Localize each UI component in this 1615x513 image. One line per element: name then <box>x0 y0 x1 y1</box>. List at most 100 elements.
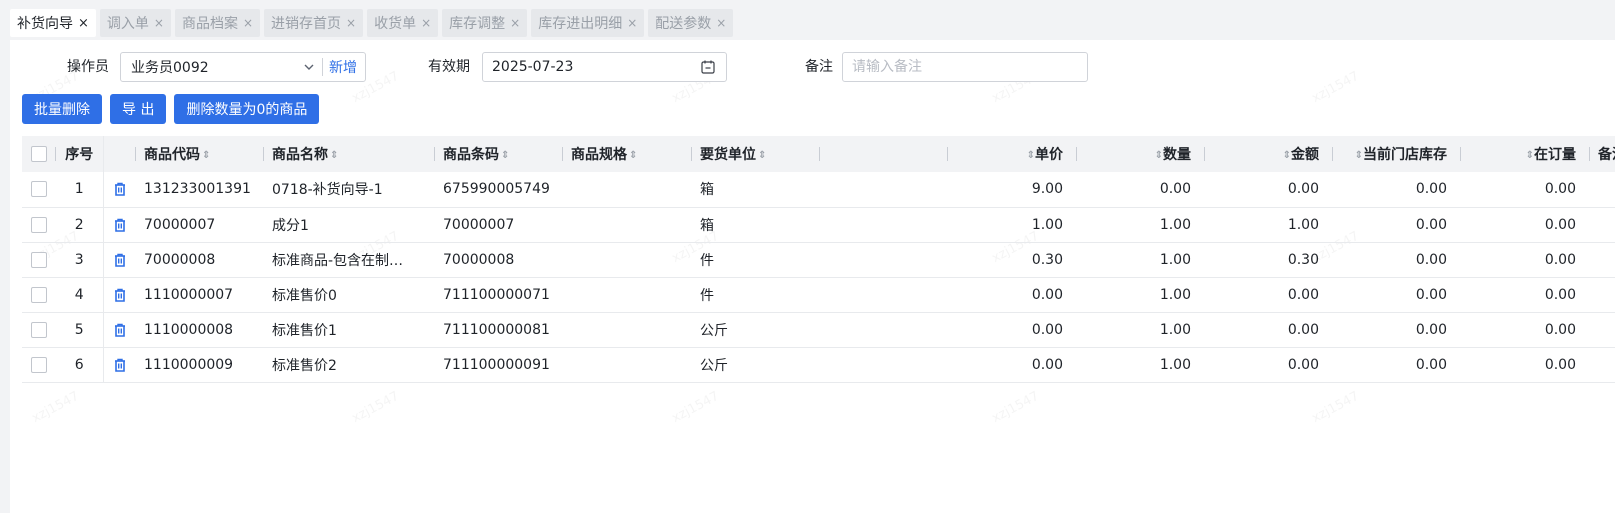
row-select-cell <box>22 242 56 278</box>
row-checkbox[interactable] <box>31 181 47 198</box>
sort-icon[interactable]: ⇕ <box>330 150 338 161</box>
trash-icon[interactable] <box>112 181 128 197</box>
tab-2[interactable]: 商品档案 × <box>174 9 261 37</box>
tab-label: 库存进出明细 <box>538 16 623 32</box>
cell-blank <box>820 172 948 208</box>
col-qty[interactable]: ⇕数量 <box>1077 136 1205 172</box>
table-row[interactable]: 1 131233001391 0718-补货向导-1 675990005749 箱 9.0… <box>22 172 1615 208</box>
sort-icon[interactable]: ⇕ <box>629 150 637 161</box>
row-index: 2 <box>56 207 104 243</box>
trash-icon[interactable] <box>112 252 128 268</box>
cell-code: 1110000008 <box>136 312 264 348</box>
trash-icon[interactable] <box>112 322 128 338</box>
cell-unit: 箱 <box>692 207 820 243</box>
cell-note <box>1590 172 1615 208</box>
sort-icon[interactable]: ⇕ <box>501 150 509 161</box>
watermark-text: xzj1547 <box>989 389 1041 426</box>
select-all-checkbox[interactable] <box>31 146 47 162</box>
operator-select[interactable]: 业务员0092 新增 <box>120 52 366 82</box>
row-select-cell <box>22 172 56 208</box>
cell-spec <box>563 312 692 348</box>
cell-barcode: 711100000091 <box>435 347 563 383</box>
cell-code: 131233001391 <box>136 172 264 208</box>
col-code-label: 商品代码 <box>144 147 200 163</box>
cell-name: 0718-补货向导-1 <box>264 172 435 208</box>
valid-date-picker[interactable]: 2025-07-23 <box>482 52 727 82</box>
sort-icon[interactable]: ⇕ <box>1027 150 1035 161</box>
col-index-label: 序号 <box>65 147 94 163</box>
cell-qty: 1.00 <box>1077 347 1205 383</box>
sort-icon[interactable]: ⇕ <box>1355 150 1363 161</box>
table-row[interactable]: 4 1110000007 标准售价0 711100000071 件 0.00 1.00 0.0… <box>22 277 1615 313</box>
close-icon[interactable]: × <box>421 16 431 30</box>
col-stock[interactable]: ⇕当前门店库存 <box>1333 136 1461 172</box>
close-icon[interactable]: × <box>154 16 164 30</box>
col-price[interactable]: ⇕单价 <box>948 136 1077 172</box>
row-index: 5 <box>56 312 104 348</box>
row-checkbox[interactable] <box>31 286 47 303</box>
tab-1[interactable]: 调入单 × <box>99 9 171 37</box>
sort-icon[interactable]: ⇕ <box>202 150 210 161</box>
trash-icon[interactable] <box>112 217 128 233</box>
sort-icon[interactable]: ⇕ <box>1526 150 1534 161</box>
col-unit[interactable]: 要货单位 ⇕ <box>692 136 820 172</box>
col-barcode[interactable]: 商品条码 ⇕ <box>435 136 563 172</box>
col-note[interactable]: 备注⇕ <box>1590 136 1615 172</box>
sort-icon[interactable]: ⇕ <box>1283 150 1291 161</box>
table-row[interactable]: 5 1110000008 标准售价1 711100000081 公斤 0.00 1.00 0.… <box>22 312 1615 348</box>
operator-label: 操作员 <box>67 59 109 75</box>
col-note-label: 备注 <box>1598 147 1615 163</box>
tab-label: 库存调整 <box>449 16 506 32</box>
batch-delete-button[interactable]: 批量删除 <box>22 94 102 124</box>
tab-7[interactable]: 配送参数 × <box>648 9 734 37</box>
table-row[interactable]: 6 1110000009 标准售价2 711100000091 公斤 0.00 1.00 0.… <box>22 347 1615 383</box>
tab-5[interactable]: 库存调整 × <box>442 9 528 37</box>
row-checkbox[interactable] <box>31 251 47 268</box>
tab-3[interactable]: 进销存首页 × <box>264 9 364 37</box>
row-checkbox[interactable] <box>31 216 47 233</box>
cell-spec <box>563 347 692 383</box>
col-spec[interactable]: 商品规格 ⇕ <box>563 136 692 172</box>
cell-on_order: 0.00 <box>1461 347 1590 383</box>
col-name[interactable]: 商品名称 ⇕ <box>264 136 435 172</box>
row-checkbox[interactable] <box>31 356 47 373</box>
close-icon[interactable]: × <box>346 16 356 30</box>
row-checkbox[interactable] <box>31 321 47 338</box>
cell-qty: 1.00 <box>1077 207 1205 243</box>
export-button[interactable]: 导 出 <box>110 94 167 124</box>
trash-icon[interactable] <box>112 357 128 373</box>
tab-0[interactable]: 补货向导 × <box>10 9 96 37</box>
sort-icon[interactable]: ⇕ <box>1155 150 1163 161</box>
cell-unit: 箱 <box>692 172 820 208</box>
close-icon[interactable]: × <box>627 16 637 30</box>
action-bar: 批量删除 导 出 删除数量为0的商品 <box>22 94 320 124</box>
close-icon[interactable]: × <box>510 16 520 30</box>
col-code[interactable]: 商品代码 ⇕ <box>136 136 264 172</box>
table-row[interactable]: 2 70000007 成分1 70000007 箱 1.00 1.00 1.00 0.00 0.0… <box>22 207 1615 243</box>
calendar-icon[interactable] <box>700 59 716 75</box>
close-icon[interactable]: × <box>78 16 89 31</box>
goods-table: 序号 商品代码 ⇕ 商品名称 ⇕ 商品条码 ⇕ 商品规格 ⇕ 要货单位 ⇕ ⇕单价 ⇕数量… <box>22 136 1615 383</box>
trash-icon[interactable] <box>112 287 128 303</box>
col-amount[interactable]: ⇕金额 <box>1205 136 1333 172</box>
chevron-down-icon[interactable] <box>302 60 316 74</box>
sort-icon[interactable]: ⇕ <box>758 150 766 161</box>
tab-label: 进销存首页 <box>271 16 342 32</box>
tab-label: 调入单 <box>106 16 149 32</box>
watermark-text: xzj1547 <box>29 389 81 426</box>
tab-6[interactable]: 库存进出明细 × <box>531 9 645 37</box>
add-operator-link[interactable]: 新增 <box>323 57 365 77</box>
cell-qty: 1.00 <box>1077 277 1205 313</box>
cell-spec <box>563 172 692 208</box>
note-input[interactable] <box>842 52 1088 82</box>
close-icon[interactable]: × <box>716 16 726 30</box>
tab-4[interactable]: 收货单 × <box>367 9 439 37</box>
table-row[interactable]: 3 70000008 标准商品-包含在制… 70000008 件 0.30 1.00 0.30… <box>22 242 1615 278</box>
cell-on_order: 0.00 <box>1461 312 1590 348</box>
col-on-order[interactable]: ⇕在订量 <box>1461 136 1590 172</box>
cell-unit: 公斤 <box>692 312 820 348</box>
form-row: 操作员 业务员0092 新增 有效期 2025-07-23 备注 <box>10 50 1615 82</box>
delete-zero-qty-button[interactable]: 删除数量为0的商品 <box>174 94 320 124</box>
close-icon[interactable]: × <box>243 16 253 30</box>
cell-stock: 0.00 <box>1333 277 1461 313</box>
